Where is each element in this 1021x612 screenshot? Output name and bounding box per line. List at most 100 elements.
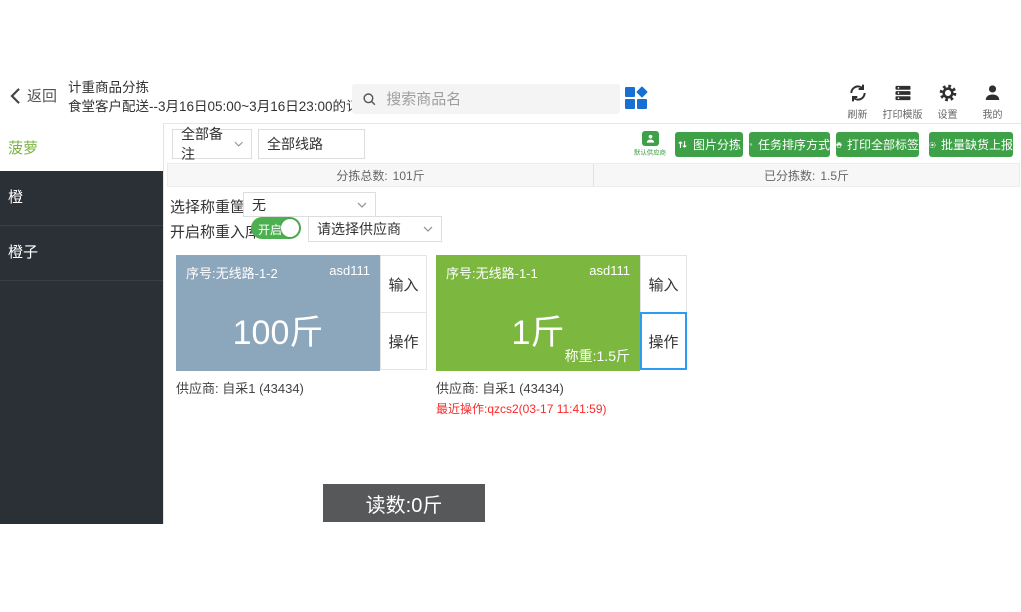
search-input[interactable] [384,89,610,109]
profile-label: 我的 [982,110,1003,121]
task-code: asd111 [589,263,630,278]
back-button[interactable]: 返回 [10,85,57,106]
page-title: 计重商品分拣 [68,80,149,95]
route-filter-select[interactable]: 全部线路 [258,129,365,159]
chevron-down-icon [234,141,243,147]
refresh-button[interactable]: 刷新 [835,82,880,121]
default-supplier-button[interactable]: 默认供应商 [629,131,671,159]
weigh-basket-select[interactable]: 无 [243,192,376,217]
apps-icon-square [637,99,647,109]
supplier-select-placeholder: 请选择供应商 [317,221,401,237]
supplier-person-icon [641,131,659,146]
task-card-buttons: 输入 操作 [380,255,427,370]
print-template-button[interactable]: 打印模版 [880,82,925,121]
back-icon [10,87,20,104]
content-divider [163,123,164,524]
note-filter-value: 全部备注 [181,126,223,162]
weigh-inbound-toggle[interactable]: 开启 [251,217,301,239]
sidebar-item-label: 菠萝 [8,139,39,157]
report-icon [929,141,936,148]
note-filter-select[interactable]: 全部备注 [172,126,252,162]
refresh-icon [848,82,868,103]
task-card-body[interactable]: 序号:无线路-1-2 asd111 100斤 [176,255,380,371]
sidebar-item-label: 橙子 [8,244,39,261]
page-subtitle: 食堂客户配送--3月16日05:00~3月16日23:00的订单 [68,99,373,114]
profile-button[interactable]: 我的 [970,82,1015,121]
operate-button-active[interactable]: 操作 [640,312,687,370]
route-filter-value: 全部线路 [267,136,323,152]
input-button[interactable]: 输入 [380,255,427,313]
picture-sorting-label: 图片分拣 [692,138,741,152]
operate-button-label: 操作 [388,333,419,351]
title-block: 计重商品分拣 食堂客户配送--3月16日05:00~3月16日23:00的订单 [68,79,373,115]
operate-button-label: 操作 [648,333,679,351]
picture-sorting-button[interactable]: 图片分拣 [675,132,743,157]
sorted-count-value: 1.5斤 [820,168,850,183]
task-supplier: 供应商: 自采1 (43434) [436,381,564,396]
sidebar: 橙 橙子 [0,171,163,524]
total-count-value: 101斤 [392,168,425,183]
operate-button[interactable]: 操作 [380,312,427,370]
bulk-stockout-report-button[interactable]: 批量缺货上报 [929,132,1013,157]
task-supplier: 供应商: 自采1 (43434) [176,381,304,396]
task-sort-order-button[interactable]: 任务排序方式 [749,132,830,157]
print-all-labels-button[interactable]: 打印全部标签 [836,132,919,157]
scale-reading: 读数:0斤 [323,484,485,522]
scale-reading-value: 读数:0斤 [365,494,443,517]
sort-icon [749,143,753,146]
total-count-label: 分拣总数: [336,168,388,183]
task-card-header: 序号:无线路-1-2 asd111 [186,263,370,282]
task-card-body[interactable]: 序号:无线路-1-1 asd111 1斤 称重:1.5斤 [436,255,640,371]
total-count-cell: 分拣总数: 101斤 [168,164,593,186]
settings-label: 设置 [937,110,958,121]
task-card-header: 序号:无线路-1-1 asd111 [446,263,630,282]
sidebar-item-label: 橙 [8,189,24,206]
task-serial: 序号:无线路-1-1 [446,266,538,281]
toggle-on-label: 开启 [258,223,283,237]
sort-icon [678,141,687,148]
task-weighed: 称重:1.5斤 [564,348,630,364]
sidebar-item[interactable]: 橙 [0,171,163,226]
print-template-icon [893,82,913,103]
supplier-select[interactable]: 请选择供应商 [308,216,442,242]
sorted-count-cell: 已分拣数: 1.5斤 [593,164,1019,186]
bulk-stockout-report-label: 批量缺货上报 [940,138,1013,152]
weigh-inbound-label: 开启称重入库: [170,224,265,241]
task-card: 序号:无线路-1-1 asd111 1斤 称重:1.5斤 输入 操作 供应商: … [436,255,687,417]
search-icon [363,93,376,106]
header: 返回 计重商品分拣 食堂客户配送--3月16日05:00~3月16日23:00的… [0,75,1021,124]
header-actions: 刷新 打印模版 设置 我的 [835,82,1015,121]
sidebar-item-selected[interactable]: 菠萝 [0,123,163,171]
chevron-down-icon [357,202,367,208]
sidebar-item[interactable]: 橙子 [0,226,163,281]
input-button-label: 输入 [648,276,679,294]
apps-icon-diamond [636,86,648,98]
print-all-labels-label: 打印全部标签 [846,138,919,152]
toggle-knob [281,219,299,237]
gear-icon [938,82,958,103]
back-label: 返回 [27,88,58,105]
chevron-down-icon [423,226,433,232]
task-code: asd111 [329,263,370,278]
search-box[interactable] [352,84,620,114]
apps-icon-square [625,99,635,109]
apps-icon[interactable] [625,86,648,109]
sorted-count-label: 已分拣数: [763,168,816,183]
task-card-buttons: 输入 操作 [640,255,687,370]
stats-bar: 分拣总数: 101斤 已分拣数: 1.5斤 [167,163,1020,187]
input-button-label: 输入 [388,276,419,294]
settings-button[interactable]: 设置 [925,82,970,121]
input-button[interactable]: 输入 [640,255,687,313]
task-sort-order-label: 任务排序方式 [757,138,830,152]
refresh-label: 刷新 [847,110,868,121]
task-serial: 序号:无线路-1-2 [186,266,278,281]
task-quantity: 100斤 [232,314,324,352]
task-card: 序号:无线路-1-2 asd111 100斤 输入 操作 供应商: 自采1 (4… [176,255,427,397]
task-last-operation: 最近操作:qzcs2(03-17 11:41:59) [436,402,607,416]
apps-icon-square [625,87,635,97]
user-icon [983,82,1002,103]
weigh-basket-value: 无 [252,196,266,213]
print-template-label: 打印模版 [882,110,923,121]
weigh-basket-label: 选择称重筐: [170,199,250,216]
default-supplier-label: 默认供应商 [634,148,666,156]
